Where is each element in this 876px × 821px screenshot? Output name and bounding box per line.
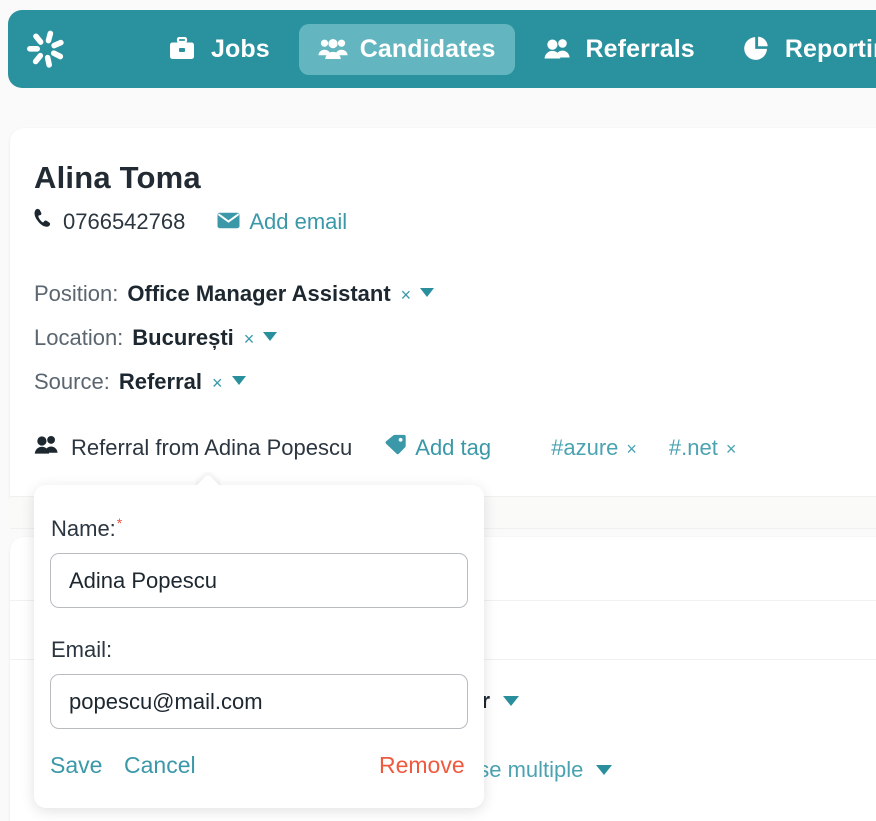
tag-dotnet-remove-icon[interactable]: ×	[726, 439, 737, 459]
nav-items: Jobs Candidates Referrals Reporti	[150, 23, 876, 75]
chevron-down-icon[interactable]	[596, 765, 613, 775]
remove-button[interactable]: Remove	[379, 752, 465, 779]
popup-name-input[interactable]	[50, 553, 468, 608]
referral-and-tags-row: Referral from Adina Popescu Add tag #azu…	[34, 434, 736, 461]
add-tag-button[interactable]: Add tag	[385, 434, 491, 461]
nav-item-reporting[interactable]: Reporting	[724, 24, 876, 75]
cancel-button[interactable]: Cancel	[124, 752, 196, 779]
referral-source-button[interactable]: Referral from Adina Popescu	[34, 435, 352, 461]
popup-name-label-text: Name:	[51, 516, 116, 541]
phone-icon	[34, 208, 54, 235]
tag-azure[interactable]: #azure ×	[551, 435, 637, 461]
field-location: Location: București ×	[34, 325, 278, 351]
popup-email-label: Email:	[51, 637, 112, 663]
field-position: Position: Office Manager Assistant ×	[34, 281, 435, 307]
pinwheel-logo-icon[interactable]	[8, 10, 84, 88]
people-group-icon	[318, 36, 348, 62]
field-position-value: Office Manager Assistant	[127, 281, 391, 306]
people-icon	[544, 36, 574, 62]
field-location-value: București	[132, 325, 234, 350]
nav-item-reporting-label: Reporting	[784, 34, 876, 63]
popup-email-input[interactable]	[50, 674, 468, 729]
tag-azure-remove-icon[interactable]: ×	[626, 439, 637, 459]
tag-dotnet-label: #.net	[668, 434, 718, 460]
nav-item-candidates-label: Candidates	[359, 34, 496, 63]
add-email-button[interactable]: Add email	[217, 209, 347, 235]
field-position-chevron-down-icon[interactable]	[420, 288, 435, 297]
nav-item-candidates[interactable]: Candidates	[298, 23, 515, 75]
popup-actions: Save Cancel Remove	[34, 752, 484, 786]
popup-arrow	[195, 472, 221, 485]
nav-item-jobs-label: Jobs	[211, 34, 270, 63]
field-location-label: Location:	[34, 325, 124, 350]
app-root: Jobs Candidates Referrals Reporti ose mu…	[0, 0, 876, 821]
field-source-chevron-down-icon[interactable]	[231, 376, 246, 385]
tag-azure-label: #azure	[551, 434, 619, 460]
pie-chart-icon	[743, 36, 773, 62]
referral-edit-popup: Name: * Email: Save Cancel Remove	[34, 485, 484, 808]
field-source-label: Source:	[34, 369, 110, 394]
chevron-down-icon[interactable]	[503, 696, 519, 706]
popup-email-label-text: Email:	[51, 637, 113, 662]
field-position-remove-icon[interactable]: ×	[401, 285, 412, 306]
popup-name-label: Name: *	[51, 516, 122, 542]
people-icon	[34, 435, 60, 461]
field-location-chevron-down-icon[interactable]	[263, 332, 278, 341]
add-tag-label: Add tag	[415, 434, 492, 460]
tag-dotnet[interactable]: #.net ×	[669, 435, 736, 461]
candidate-phone-number: 0766542768	[63, 208, 186, 234]
nav-item-jobs[interactable]: Jobs	[150, 24, 289, 75]
nav-item-referrals[interactable]: Referrals	[525, 24, 714, 75]
field-source: Source: Referral ×	[34, 369, 246, 395]
candidate-name: Alina Toma	[34, 160, 201, 195]
candidate-contact-row: 0766542768 Add email	[34, 208, 347, 235]
field-location-remove-icon[interactable]: ×	[244, 329, 255, 350]
save-button[interactable]: Save	[50, 752, 102, 779]
tag-icon	[385, 434, 406, 461]
required-marker-icon: *	[116, 515, 123, 531]
top-navigation-bar: Jobs Candidates Referrals Reporti	[8, 10, 876, 88]
candidate-phone[interactable]: 0766542768	[34, 208, 185, 235]
referral-source-label: Referral from Adina Popescu	[71, 434, 353, 460]
choose-multiple-dropdown[interactable]: ose multiple	[466, 757, 613, 783]
field-source-remove-icon[interactable]: ×	[212, 373, 223, 394]
briefcase-icon	[169, 36, 199, 62]
add-email-label: Add email	[249, 208, 348, 234]
envelope-icon	[217, 209, 240, 235]
field-position-label: Position:	[34, 281, 119, 306]
nav-item-referrals-label: Referrals	[585, 34, 695, 63]
field-source-value: Referral	[118, 369, 202, 394]
